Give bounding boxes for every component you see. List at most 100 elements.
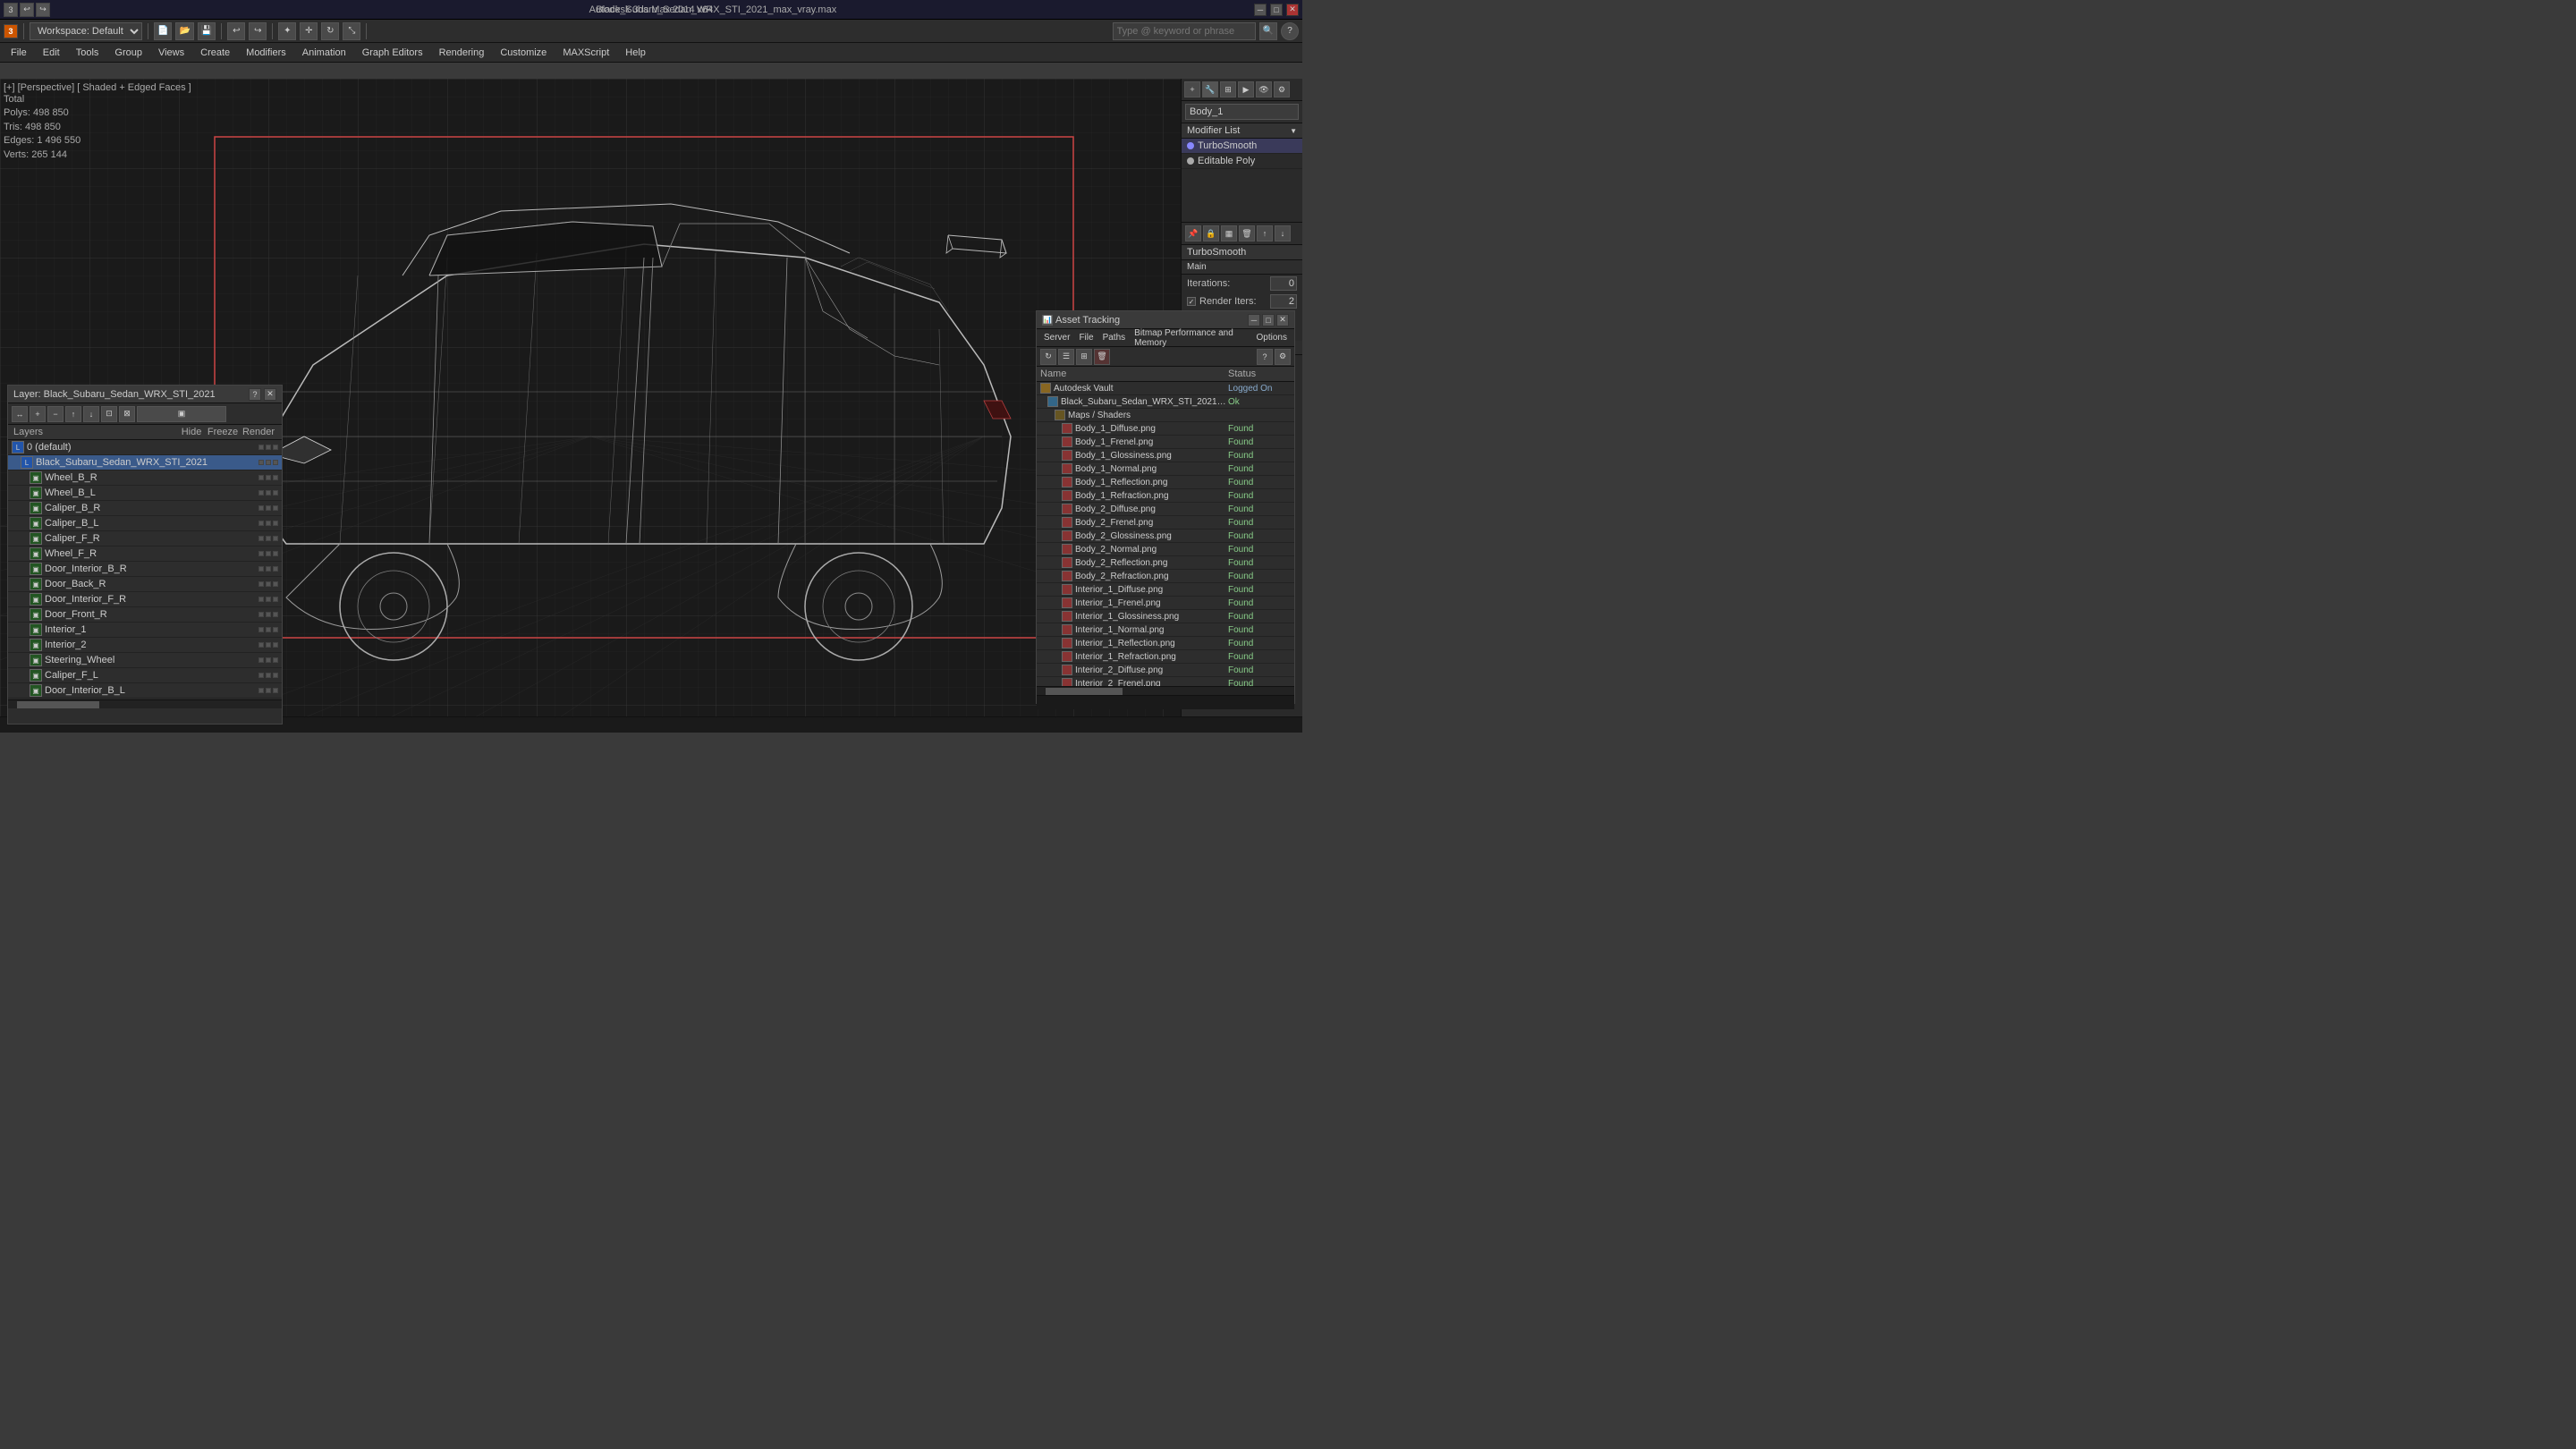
asset-settings-icon[interactable]: ⚙ <box>1275 349 1291 365</box>
motion-icon[interactable]: ▶ <box>1238 81 1254 97</box>
layer-dot[interactable] <box>273 536 278 541</box>
layers-add-icon[interactable]: + <box>30 406 46 422</box>
layer-controls[interactable] <box>258 505 278 511</box>
layers-select-icon[interactable]: ⊡ <box>101 406 117 422</box>
layers-scrollbar-h[interactable] <box>8 699 282 708</box>
layer-item[interactable]: ▣Interior_2 <box>8 638 282 653</box>
layer-dot[interactable] <box>273 490 278 496</box>
layer-dot[interactable] <box>266 490 271 496</box>
asset-refresh-icon[interactable]: ↻ <box>1040 349 1056 365</box>
layer-dot[interactable] <box>258 673 264 678</box>
layer-dot[interactable] <box>258 490 264 496</box>
menu-file[interactable]: File <box>4 46 34 60</box>
modifier-list-dropdown-arrow[interactable]: ▼ <box>1290 127 1297 135</box>
menu-create[interactable]: Create <box>193 46 237 60</box>
menu-group[interactable]: Group <box>107 46 149 60</box>
pin-icon[interactable]: 📌 <box>1185 225 1201 242</box>
asset-menu-paths[interactable]: Paths <box>1099 332 1130 343</box>
maximize-button[interactable]: □ <box>1270 4 1283 16</box>
layers-down-icon[interactable]: ↓ <box>83 406 99 422</box>
modify-panel-icon[interactable]: 🔧 <box>1202 81 1218 97</box>
layer-controls[interactable] <box>258 642 278 648</box>
asset-item[interactable]: Body_1_Normal.pngFound <box>1037 462 1294 476</box>
menu-rendering[interactable]: Rendering <box>432 46 492 60</box>
asset-item[interactable]: Autodesk VaultLogged On <box>1037 382 1294 395</box>
layer-dot[interactable] <box>266 551 271 556</box>
asset-scrollbar-h[interactable] <box>1037 686 1294 695</box>
scale-button[interactable]: ⤡ <box>343 22 360 40</box>
asset-scrollbar-thumb[interactable] <box>1046 688 1123 695</box>
object-name-field[interactable] <box>1185 104 1299 120</box>
layer-controls[interactable] <box>258 597 278 602</box>
asset-menu-options[interactable]: Options <box>1253 332 1291 343</box>
asset-item[interactable]: Body_1_Refraction.pngFound <box>1037 489 1294 503</box>
undo-button[interactable]: ↩ <box>227 22 245 40</box>
modifier-visibility-dot[interactable] <box>1187 142 1194 149</box>
layer-controls[interactable] <box>258 627 278 632</box>
layer-dot[interactable] <box>273 612 278 617</box>
up-arrow-icon[interactable]: ↑ <box>1257 225 1273 242</box>
asset-item[interactable]: Interior_1_Normal.pngFound <box>1037 623 1294 637</box>
layer-dot[interactable] <box>273 551 278 556</box>
menu-animation[interactable]: Animation <box>295 46 353 60</box>
display-icon[interactable]: 👁 <box>1256 81 1272 97</box>
layer-dot[interactable] <box>273 627 278 632</box>
redo-button[interactable]: ↪ <box>249 22 267 40</box>
insert-icon[interactable]: ▦ <box>1221 225 1237 242</box>
asset-item[interactable]: Black_Subaru_Sedan_WRX_STI_2021_max_vray… <box>1037 395 1294 409</box>
layer-dot[interactable] <box>266 597 271 602</box>
layer-controls[interactable] <box>258 536 278 541</box>
down-arrow-icon[interactable]: ↓ <box>1275 225 1291 242</box>
layer-dot[interactable] <box>258 475 264 480</box>
layer-dot[interactable] <box>266 581 271 587</box>
layers-help-button[interactable]: ? <box>249 388 261 401</box>
minimize-button[interactable]: ─ <box>1254 4 1267 16</box>
asset-view-icon[interactable]: ☰ <box>1058 349 1074 365</box>
select-button[interactable]: ✦ <box>278 22 296 40</box>
layers-scrollbar-thumb[interactable] <box>17 701 99 708</box>
render-iters-field[interactable] <box>1270 294 1297 309</box>
save-button[interactable]: 💾 <box>198 22 216 40</box>
lock-icon[interactable]: 🔒 <box>1203 225 1219 242</box>
iterations-field[interactable] <box>1270 276 1297 291</box>
turbosmooth-section-title[interactable]: TurboSmooth <box>1182 245 1302 260</box>
asset-item[interactable]: Body_2_Reflection.pngFound <box>1037 556 1294 570</box>
layer-item[interactable]: ▣Steering_Wheel <box>8 653 282 668</box>
modifier-visibility-dot2[interactable] <box>1187 157 1194 165</box>
layer-dot[interactable] <box>258 581 264 587</box>
layer-dot[interactable] <box>258 445 264 450</box>
layer-controls[interactable] <box>258 688 278 693</box>
layer-item[interactable]: ▣Door_Interior_B_L <box>8 683 282 699</box>
layer-dot[interactable] <box>273 475 278 480</box>
layer-item[interactable]: ▣Door_Back_R <box>8 577 282 592</box>
layer-dot[interactable] <box>258 597 264 602</box>
menu-modifiers[interactable]: Modifiers <box>239 46 293 60</box>
layer-dot[interactable] <box>266 673 271 678</box>
layer-item[interactable]: ▣Door_Front_R <box>8 607 282 623</box>
layer-dot[interactable] <box>258 521 264 526</box>
layers-highlight-icon[interactable]: ⊠ <box>119 406 135 422</box>
layer-dot[interactable] <box>258 551 264 556</box>
layer-dot[interactable] <box>258 536 264 541</box>
asset-item[interactable]: Body_2_Glossiness.pngFound <box>1037 530 1294 543</box>
move-button[interactable]: ✛ <box>300 22 318 40</box>
asset-item[interactable]: Body_1_Frenel.pngFound <box>1037 436 1294 449</box>
layer-dot[interactable] <box>258 612 264 617</box>
asset-item[interactable]: Interior_2_Frenel.pngFound <box>1037 677 1294 686</box>
asset-item[interactable]: Interior_1_Frenel.pngFound <box>1037 597 1294 610</box>
layer-dot[interactable] <box>266 445 271 450</box>
layer-dot[interactable] <box>273 597 278 602</box>
layer-controls[interactable] <box>258 551 278 556</box>
asset-item[interactable]: Body_2_Refraction.pngFound <box>1037 570 1294 583</box>
layer-dot[interactable] <box>273 445 278 450</box>
asset-item[interactable]: Body_2_Frenel.pngFound <box>1037 516 1294 530</box>
asset-item[interactable]: Body_2_Normal.pngFound <box>1037 543 1294 556</box>
layer-item[interactable]: ▣Interior_1 <box>8 623 282 638</box>
modifier-turbosmooth[interactable]: TurboSmooth <box>1182 139 1302 154</box>
menu-edit[interactable]: Edit <box>36 46 67 60</box>
asset-maximize-button[interactable]: □ <box>1262 314 1275 326</box>
layers-up-icon[interactable]: ↑ <box>65 406 81 422</box>
asset-item[interactable]: Interior_2_Diffuse.pngFound <box>1037 664 1294 677</box>
asset-minimize-button[interactable]: ─ <box>1248 314 1260 326</box>
layer-item[interactable]: ▣Caliper_B_R <box>8 501 282 516</box>
